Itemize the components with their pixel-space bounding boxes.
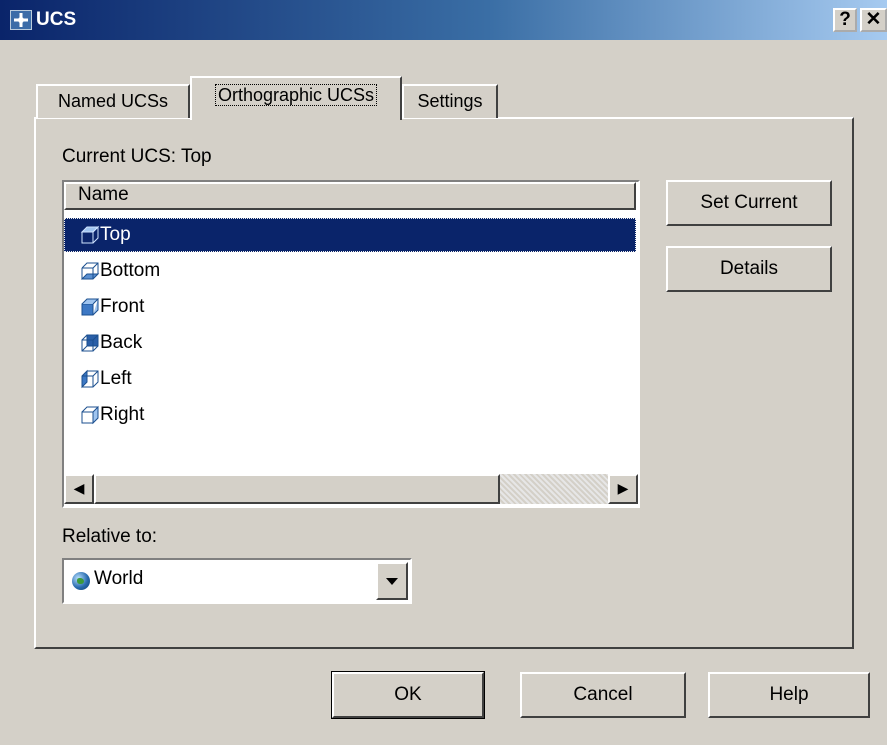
list-item-right[interactable]: Right <box>64 398 636 432</box>
set-current-button[interactable]: Set Current <box>666 180 832 226</box>
list-item-top[interactable]: Top <box>64 218 636 252</box>
ucs-app-icon <box>10 10 32 30</box>
list-item-back[interactable]: Back <box>64 326 636 360</box>
list-item-label: Front <box>100 296 145 317</box>
list-item-label: Left <box>100 368 132 389</box>
globe-icon <box>72 572 90 590</box>
list-item-bottom[interactable]: Bottom <box>64 254 636 288</box>
list-item-label: Bottom <box>100 260 161 281</box>
details-button[interactable]: Details <box>666 246 832 292</box>
ucs-back-icon <box>81 334 99 352</box>
ucs-left-icon <box>81 369 99 389</box>
scroll-track[interactable] <box>500 474 608 504</box>
tab-settings[interactable]: Settings <box>402 84 498 118</box>
ok-button[interactable]: OK <box>331 671 485 719</box>
help-button[interactable]: Help <box>708 672 870 718</box>
window-title: UCS <box>36 9 77 30</box>
relative-to-value: World <box>94 568 144 589</box>
ucs-top-icon <box>80 225 100 244</box>
tab-label: Settings <box>417 91 483 111</box>
ucs-front-icon <box>81 298 100 316</box>
scroll-left-arrow-icon[interactable]: ◀ <box>64 474 94 504</box>
scroll-right-arrow-icon[interactable]: ▶ <box>608 474 638 504</box>
relative-to-label: Relative to: <box>62 526 158 547</box>
ucs-bottom-icon <box>80 262 100 280</box>
relative-to-dropdown[interactable]: World <box>62 558 412 604</box>
chevron-down-icon <box>386 578 398 585</box>
list-item-label: Right <box>100 404 145 425</box>
ucs-right-icon <box>81 405 99 425</box>
horizontal-scrollbar[interactable]: ◀ ▶ <box>64 474 638 504</box>
list-item-label: Back <box>100 332 143 353</box>
column-header-name[interactable]: Name <box>64 182 636 210</box>
tab-label: Named UCSs <box>57 91 169 111</box>
close-title-button[interactable]: ✕ <box>860 8 887 32</box>
cancel-button[interactable]: Cancel <box>520 672 686 718</box>
tab-named-ucss[interactable]: Named UCSs <box>36 84 190 118</box>
title-bar[interactable]: UCS ? ✕ <box>0 0 887 40</box>
dropdown-arrow-button[interactable] <box>376 562 408 600</box>
scroll-thumb[interactable] <box>94 474 500 504</box>
list-item-left[interactable]: Left <box>64 362 636 396</box>
current-pointer-icon <box>66 228 73 242</box>
tab-label: Orthographic UCSs <box>214 84 378 106</box>
current-ucs-label: Current UCS: Top <box>62 146 212 167</box>
current-ucs-value: Top <box>180 146 212 167</box>
help-title-button[interactable]: ? <box>833 8 857 32</box>
ucs-list[interactable]: Name Top Bottom Front Back Left Right ◀ … <box>62 180 640 508</box>
tab-orthographic-ucss[interactable]: Orthographic UCSs <box>190 76 402 120</box>
list-item-label: Top <box>100 224 131 245</box>
list-item-front[interactable]: Front <box>64 290 636 324</box>
